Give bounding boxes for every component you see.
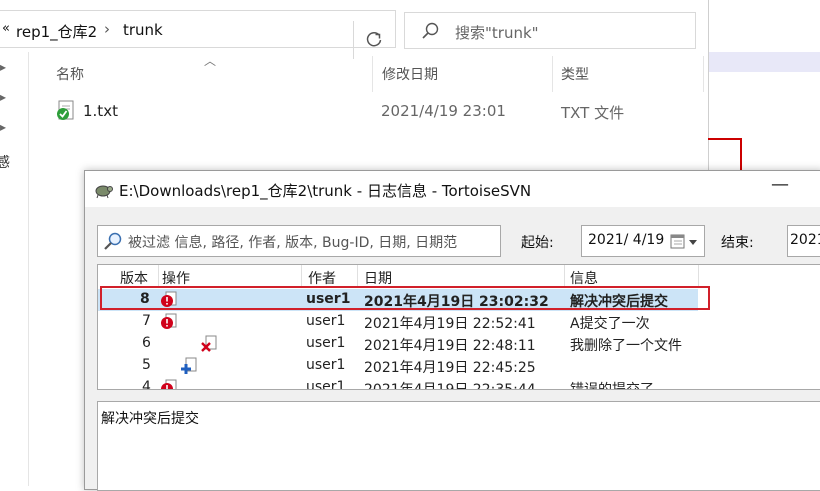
file-date: 2021/4/19 23:01 — [381, 102, 506, 120]
breadcrumb-trunk[interactable]: trunk — [123, 21, 163, 39]
refresh-button[interactable] — [353, 21, 393, 59]
revision-message: A提交了一次 — [570, 316, 650, 332]
calendar-dropdown-icon[interactable] — [670, 234, 700, 250]
file-row[interactable]: 1.txt 2021/4/19 23:01 TXT 文件 — [28, 96, 708, 126]
revision-number: 7 — [142, 313, 151, 329]
from-date-label: 起始: — [521, 235, 554, 251]
column-divider[interactable] — [703, 56, 704, 92]
breadcrumb-repo[interactable]: rep1_仓库2 — [16, 21, 97, 42]
revision-date: 2021年4月19日 22:48:11 — [364, 338, 536, 354]
highlight-outline — [100, 286, 710, 310]
revision-message: 我删除了一个文件 — [570, 338, 682, 354]
column-modified-date[interactable]: 修改日期 — [382, 64, 438, 100]
revision-list[interactable]: 版本 操作 作者 日期 信息 8 user1 2021年4月19日 23:02:… — [97, 264, 820, 390]
background-strip — [709, 52, 820, 72]
revision-number: 6 — [142, 335, 151, 351]
refresh-icon — [366, 31, 381, 47]
search-placeholder: 搜索"trunk" — [455, 24, 539, 42]
add-action-icon — [181, 357, 197, 374]
revision-number: 4 — [142, 379, 151, 390]
nav-overflow-chevron[interactable]: « — [2, 21, 10, 36]
log-message-pane[interactable]: 解决冲突后提交 — [97, 401, 820, 491]
navigation-pane[interactable]: ▸ ▸ ▸ 感 — [0, 52, 29, 486]
to-date-label: 结束: — [721, 235, 754, 251]
sort-ascending-icon: ︿ — [204, 54, 217, 68]
column-divider[interactable] — [564, 265, 565, 287]
column-name[interactable]: 名称 — [56, 64, 84, 100]
column-divider[interactable] — [301, 265, 302, 287]
revision-author: user1 — [306, 379, 346, 390]
revision-author: user1 — [306, 335, 346, 351]
column-divider[interactable] — [357, 265, 358, 287]
revision-row[interactable]: 4 user1 2021年4月19日 22:35:44 错误的提交了 — [98, 377, 698, 390]
revision-row[interactable]: 6 user1 2021年4月19日 22:48:11 我删除了一个文件 — [98, 333, 698, 355]
address-bar[interactable]: « rep1_仓库2 › trunk — [0, 10, 396, 59]
column-type[interactable]: 类型 — [561, 64, 589, 100]
file-type: TXT 文件 — [561, 104, 625, 122]
window-title: E:\Downloads\rep1_仓库2\trunk - 日志信息 - Tor… — [119, 182, 532, 200]
filter-input[interactable]: 被过滤 信息, 路径, 作者, 版本, Bug-ID, 日期, 日期范 — [97, 225, 501, 257]
revision-row[interactable]: 7 user1 2021年4月19日 22:52:41 A提交了一次 — [98, 311, 698, 333]
search-input[interactable]: 搜索"trunk" — [404, 12, 696, 49]
to-date-value: 2021 — [790, 232, 820, 248]
to-date-picker[interactable]: 2021 — [787, 225, 820, 257]
tortoisesvn-logo-icon — [95, 185, 113, 199]
expand-arrow-icon[interactable]: ▸ — [0, 90, 6, 104]
delete-action-icon — [201, 335, 217, 352]
revision-row[interactable]: 5 user1 2021年4月19日 22:45:25 — [98, 355, 698, 377]
minimize-button[interactable]: — — [771, 174, 789, 195]
annotation-line — [708, 138, 742, 140]
search-icon — [422, 22, 439, 39]
column-divider[interactable] — [698, 265, 699, 287]
revision-date: 2021年4月19日 22:52:41 — [364, 316, 536, 332]
svn-normal-file-icon — [57, 100, 74, 120]
column-divider[interactable] — [158, 265, 159, 287]
from-date-picker[interactable]: 2021/ 4/19 — [581, 225, 705, 257]
breadcrumb-separator-icon[interactable]: › — [104, 20, 110, 38]
tortoisesvn-log-window: E:\Downloads\rep1_仓库2\trunk - 日志信息 - Tor… — [84, 170, 820, 491]
conflict-action-icon — [161, 313, 177, 329]
column-divider[interactable] — [372, 56, 373, 92]
annotation-line — [740, 138, 742, 174]
title-bar[interactable]: E:\Downloads\rep1_仓库2\trunk - 日志信息 - Tor… — [85, 171, 820, 207]
revision-author: user1 — [306, 357, 346, 373]
column-divider[interactable] — [552, 56, 553, 92]
nav-item-cut-label[interactable]: 感 — [0, 152, 10, 172]
filter-search-icon[interactable] — [102, 231, 124, 251]
expand-arrow-icon[interactable]: ▸ — [0, 60, 6, 74]
revision-date: 2021年4月19日 22:35:44 — [364, 382, 536, 390]
revision-message: 错误的提交了 — [570, 382, 654, 390]
log-message-text: 解决冲突后提交 — [101, 411, 199, 427]
revision-date: 2021年4月19日 22:45:25 — [364, 360, 536, 376]
from-date-value: 2021/ 4/19 — [588, 232, 665, 248]
filter-placeholder: 被过滤 信息, 路径, 作者, 版本, Bug-ID, 日期, 日期范 — [128, 235, 458, 251]
file-name[interactable]: 1.txt — [83, 102, 118, 120]
expand-arrow-icon[interactable]: ▸ — [0, 120, 6, 134]
conflict-action-icon — [161, 379, 177, 389]
revision-number: 5 — [142, 357, 151, 373]
revision-author: user1 — [306, 313, 346, 329]
